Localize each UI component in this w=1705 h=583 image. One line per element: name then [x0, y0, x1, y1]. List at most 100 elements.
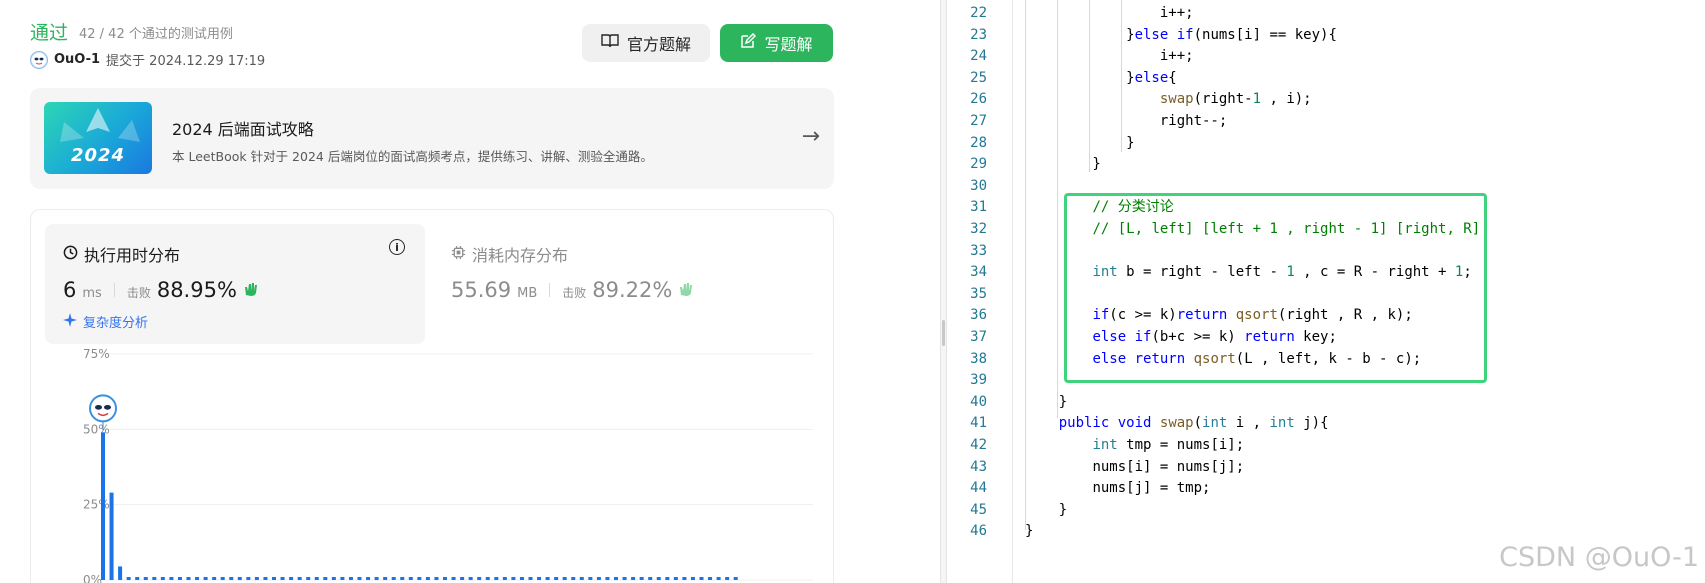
user-avatar[interactable]: [30, 50, 48, 69]
chart-bar[interactable]: [579, 576, 584, 580]
chart-bar[interactable]: [528, 576, 533, 580]
chart-bar[interactable]: [331, 576, 336, 580]
chart-bar[interactable]: [195, 576, 200, 580]
chart-bar[interactable]: [408, 576, 413, 580]
chart-bar[interactable]: [400, 576, 405, 580]
code-line[interactable]: 40 }: [947, 392, 1705, 414]
submitter-name[interactable]: OuO-1: [54, 52, 100, 67]
chart-bar[interactable]: [648, 576, 653, 580]
chart-bar[interactable]: [460, 576, 465, 580]
chart-bar[interactable]: [366, 576, 371, 580]
chart-bar[interactable]: [417, 576, 422, 580]
chart-bar[interactable]: [443, 576, 447, 580]
code-editor[interactable]: 22 i++; 23 }else if(nums[i] == key){24 i+…: [947, 0, 1705, 583]
chart-bar[interactable]: [554, 576, 559, 580]
leetbook-banner[interactable]: 2024 2024 后端面试攻略 本 LeetBook 针对于 2024 后端岗…: [30, 88, 834, 189]
chart-bar[interactable]: [220, 576, 225, 580]
chart-bar[interactable]: [708, 576, 713, 580]
code-line[interactable]: 28 }: [947, 133, 1705, 155]
chart-bar[interactable]: [690, 576, 695, 580]
arrow-right-icon[interactable]: →: [802, 124, 820, 149]
code-line[interactable]: 45 }: [947, 500, 1705, 522]
code-line[interactable]: 43 nums[i] = nums[j];: [947, 457, 1705, 479]
chart-bar[interactable]: [383, 576, 388, 580]
code-line[interactable]: 42 int tmp = nums[i];: [947, 435, 1705, 457]
memory-panel[interactable]: 消耗内存分布 55.69 MB 击败 89.22%: [433, 224, 813, 344]
chart-bar[interactable]: [391, 576, 396, 580]
drag-handle-icon[interactable]: [942, 320, 945, 346]
chart-bar[interactable]: [545, 576, 550, 580]
code-line[interactable]: 24 i++;: [947, 46, 1705, 68]
code-line[interactable]: 32 // [L, left] [left + 1 , right - 1] […: [947, 219, 1705, 241]
chart-bar[interactable]: [631, 576, 636, 580]
chart-bar[interactable]: [425, 576, 430, 580]
chart-bar[interactable]: [314, 576, 319, 580]
chart-bar[interactable]: [622, 576, 627, 580]
chart-bar[interactable]: [297, 576, 302, 580]
chart-bar[interactable]: [246, 576, 251, 580]
chart-bar[interactable]: [614, 576, 618, 580]
chart-bar[interactable]: [272, 576, 276, 580]
chart-bar[interactable]: [254, 576, 259, 580]
chart-bar[interactable]: [135, 576, 140, 580]
runtime-distribution-chart[interactable]: 75%50%25%0%18ms340ms662ms984ms1306ms1628…: [31, 340, 835, 583]
chart-bar[interactable]: [289, 576, 294, 580]
chart-bar[interactable]: [229, 576, 234, 580]
chart-bar[interactable]: [665, 576, 670, 580]
code-line[interactable]: 22 i++;: [947, 3, 1705, 25]
chart-bar[interactable]: [143, 576, 148, 580]
chart-bar[interactable]: [186, 576, 191, 580]
panel-resize-divider[interactable]: [940, 0, 947, 583]
code-line[interactable]: 35: [947, 284, 1705, 306]
chart-bar[interactable]: [494, 576, 499, 580]
chart-bar[interactable]: [118, 566, 123, 580]
chart-bar[interactable]: [588, 576, 593, 580]
code-line[interactable]: 25 }else{: [947, 68, 1705, 90]
code-line[interactable]: 30: [947, 176, 1705, 198]
chart-bar[interactable]: [733, 576, 738, 580]
code-line[interactable]: 34 int b = right - left - 1 , c = R - ri…: [947, 262, 1705, 284]
chart-bar[interactable]: [511, 576, 516, 580]
chart-bar[interactable]: [306, 576, 311, 580]
chart-bar[interactable]: [126, 576, 131, 580]
chart-bar[interactable]: [203, 576, 208, 580]
chart-bar[interactable]: [348, 576, 353, 580]
chart-bar[interactable]: [237, 576, 242, 580]
chart-bar[interactable]: [477, 576, 482, 580]
chart-bar[interactable]: [109, 492, 114, 580]
chart-bar[interactable]: [374, 576, 379, 580]
code-line[interactable]: 26 swap(right-1 , i);: [947, 89, 1705, 111]
chart-bar[interactable]: [263, 576, 268, 580]
info-icon[interactable]: i: [389, 239, 405, 255]
code-line[interactable]: 38 else return qsort(L , left, k - b - c…: [947, 349, 1705, 371]
chart-bar[interactable]: [485, 576, 490, 580]
chart-bar[interactable]: [101, 432, 105, 580]
chart-bar[interactable]: [639, 576, 644, 580]
runtime-panel[interactable]: 执行用时分布 i 6 ms 击败 88.95% 复杂度分析: [45, 224, 425, 344]
chart-bar[interactable]: [605, 576, 610, 580]
code-line[interactable]: 31 // 分类讨论: [947, 197, 1705, 219]
complexity-analysis-link[interactable]: 复杂度分析: [63, 312, 148, 331]
chart-bar[interactable]: [468, 576, 473, 580]
chart-bar[interactable]: [357, 576, 362, 580]
chart-bar[interactable]: [519, 576, 524, 580]
chart-bar[interactable]: [169, 576, 174, 580]
code-line[interactable]: 44 nums[j] = tmp;: [947, 478, 1705, 500]
chart-bar[interactable]: [699, 576, 704, 580]
code-line[interactable]: 41 public void swap(int i , int j){: [947, 413, 1705, 435]
chart-bar[interactable]: [571, 576, 576, 580]
code-line[interactable]: 36 if(c >= k)return qsort(right , R , k)…: [947, 305, 1705, 327]
chart-bar[interactable]: [340, 576, 345, 580]
chart-bar[interactable]: [323, 576, 328, 580]
chart-bar[interactable]: [596, 576, 601, 580]
code-line[interactable]: 37 else if(b+c >= k) return key;: [947, 327, 1705, 349]
chart-bar[interactable]: [434, 576, 439, 580]
official-solution-button[interactable]: 官方题解: [582, 24, 710, 62]
code-line[interactable]: 27 right--;: [947, 111, 1705, 133]
chart-bar[interactable]: [502, 576, 507, 580]
code-line[interactable]: 29 }: [947, 154, 1705, 176]
chart-bar[interactable]: [656, 576, 661, 580]
chart-bar[interactable]: [212, 576, 217, 580]
chart-bar[interactable]: [451, 576, 456, 580]
write-solution-button[interactable]: 写题解: [720, 24, 833, 62]
